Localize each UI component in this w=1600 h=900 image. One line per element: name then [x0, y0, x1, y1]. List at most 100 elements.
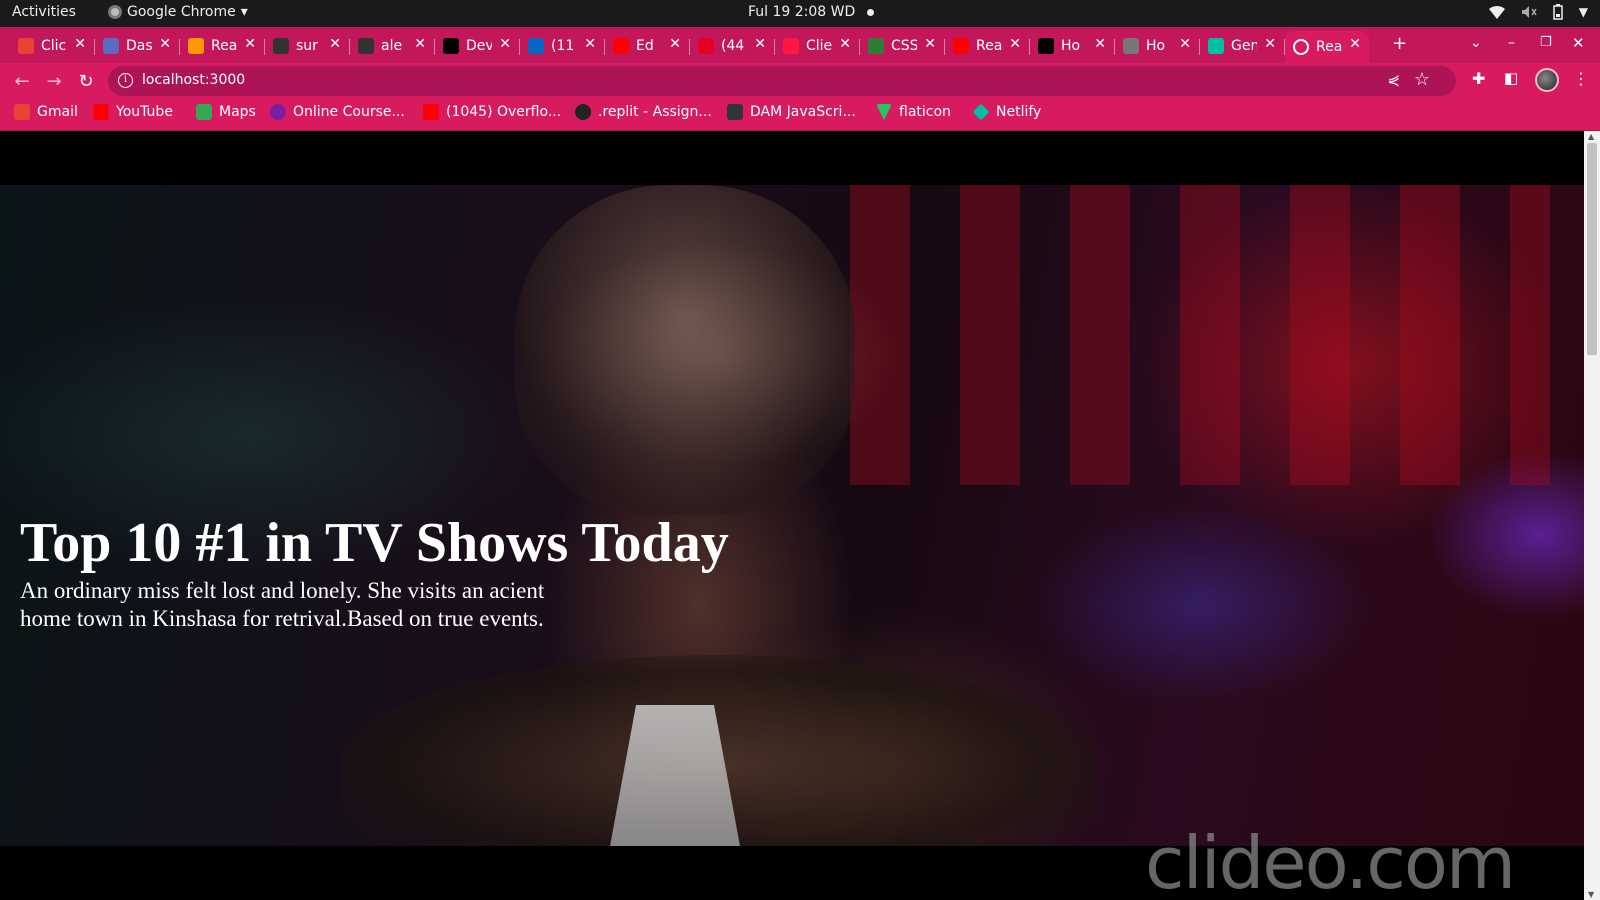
pinterest-icon [698, 38, 714, 54]
youtube-icon [953, 38, 969, 54]
tab-13[interactable]: Ho ✕ [1115, 31, 1200, 61]
bookmark-label: Online Course... [293, 104, 405, 120]
bookmark-gmail[interactable]: Gmail [14, 104, 78, 120]
tab-7[interactable]: Ed ✕ [605, 31, 690, 61]
youtube-icon [93, 104, 109, 120]
extensions-icon[interactable]: ✚ [1472, 69, 1485, 88]
circle-icon [783, 38, 799, 54]
close-tab-icon[interactable]: ✕ [1264, 36, 1276, 52]
bookmark-netlify[interactable]: Netlify [972, 103, 1042, 121]
page-scrollbar[interactable]: ▲ ▼ [1584, 131, 1600, 900]
tab-6[interactable]: (11 ✕ [520, 31, 605, 61]
close-tab-icon[interactable]: ✕ [924, 36, 936, 52]
notification-dot-icon [867, 8, 875, 16]
tab-title: CSS [891, 38, 917, 54]
close-tab-icon[interactable]: ✕ [244, 36, 256, 52]
close-tab-icon[interactable]: ✕ [159, 36, 171, 52]
volume-icon [1521, 6, 1537, 18]
side-panel-icon[interactable]: ◧ [1504, 69, 1518, 87]
clock[interactable]: Ful 19 2:08 WD [748, 4, 875, 20]
address-bar[interactable]: i localhost:3000 ⋞ ☆ [108, 66, 1456, 96]
bookmark-label: YouTube [116, 104, 173, 120]
wifi-icon [1488, 6, 1505, 19]
tab-title: Clic [41, 38, 67, 54]
menu-kebab-icon[interactable]: ⋮ [1573, 69, 1589, 88]
back-button[interactable]: ← [10, 69, 34, 93]
activities-button[interactable]: Activities [12, 4, 76, 20]
tab-15[interactable]: Rea ✕ [1285, 31, 1369, 63]
github-icon [273, 38, 289, 54]
triangle-icon [443, 38, 459, 54]
close-window-button[interactable]: ✕ [1572, 34, 1585, 52]
notion-icon [1038, 38, 1054, 54]
share-icon[interactable]: ⋞ [1387, 71, 1400, 89]
globe-icon [1293, 39, 1309, 55]
forward-button[interactable]: → [42, 69, 66, 93]
close-tab-icon[interactable]: ✕ [1094, 36, 1106, 52]
netlify-icon [972, 103, 990, 121]
reload-button[interactable]: ↻ [74, 69, 98, 93]
hero-description: An ordinary miss felt lost and lonely. S… [20, 578, 545, 631]
tab-title: ale [381, 38, 403, 54]
url-text[interactable]: localhost:3000 [142, 72, 245, 88]
profile-avatar[interactable] [1535, 68, 1559, 92]
bookmark-label: (1045) Overflo... [446, 104, 562, 120]
tab-title: Rea [211, 38, 237, 54]
tab-11[interactable]: Rea ✕ [945, 31, 1030, 61]
watermark: clideo.com [1145, 821, 1516, 900]
tab-10[interactable]: CSS ✕ [860, 31, 945, 61]
bookmark-youtube[interactable]: YouTube [93, 104, 173, 120]
clock-text: Ful 19 2:08 WD [748, 4, 856, 20]
close-tab-icon[interactable]: ✕ [74, 36, 86, 52]
tab-search-button[interactable]: ⌄ [1470, 35, 1482, 51]
close-tab-icon[interactable]: ✕ [584, 36, 596, 52]
close-tab-icon[interactable]: ✕ [1349, 36, 1361, 52]
tab-4[interactable]: ale ✕ [350, 31, 435, 61]
tab-2[interactable]: Rea ✕ [180, 31, 265, 61]
close-tab-icon[interactable]: ✕ [499, 36, 511, 52]
gmail-icon [14, 104, 30, 120]
minimize-button[interactable]: – [1508, 35, 1515, 51]
tab-9[interactable]: Clie ✕ [775, 31, 860, 61]
bookmark-label: flaticon [899, 104, 951, 120]
restore-button[interactable]: ❐ [1540, 35, 1552, 50]
tab-title: Ho [1146, 38, 1166, 54]
bookmark-maps[interactable]: Maps [196, 104, 256, 120]
app-menu[interactable]: Google Chrome ▾ [108, 4, 248, 20]
scroll-up-icon[interactable]: ▲ [1588, 132, 1594, 141]
tab-title: Dev [466, 38, 492, 54]
close-tab-icon[interactable]: ✕ [1179, 36, 1191, 52]
tab-0[interactable]: Clic ✕ [10, 31, 95, 61]
scroll-down-icon[interactable]: ▼ [1588, 890, 1594, 899]
info-icon[interactable]: i [118, 73, 133, 88]
close-tab-icon[interactable]: ✕ [754, 36, 766, 52]
close-tab-icon[interactable]: ✕ [329, 36, 341, 52]
tab-5[interactable]: Dev ✕ [435, 31, 520, 61]
tab-12[interactable]: Ho ✕ [1030, 31, 1115, 61]
bookmark-replit-assign[interactable]: .replit - Assign... [575, 104, 712, 120]
bookmark-star-icon[interactable]: ☆ [1414, 69, 1430, 90]
tab-8[interactable]: (44 ✕ [690, 31, 775, 61]
system-tray[interactable]: ▼ [1488, 4, 1588, 20]
tab-14[interactable]: Gen ✕ [1200, 31, 1285, 61]
new-tab-button[interactable]: + [1392, 33, 1407, 54]
background-stripes [850, 185, 1550, 485]
tab-title: Gen [1231, 38, 1257, 54]
tab-3[interactable]: sur ✕ [265, 31, 350, 61]
close-tab-icon[interactable]: ✕ [1009, 36, 1021, 52]
tab-title: sur [296, 38, 318, 54]
bookmark-online-course[interactable]: Online Course... [270, 104, 405, 120]
bookmark-label: Netlify [996, 104, 1042, 120]
tab-1[interactable]: Das ✕ [95, 31, 180, 61]
bookmark-dam-javascri[interactable]: DAM JavaScri... [727, 104, 856, 120]
close-tab-icon[interactable]: ✕ [414, 36, 426, 52]
bookmark-1045-overflo[interactable]: (1045) Overflo... [423, 104, 561, 120]
replit-icon [575, 104, 591, 120]
scrollbar-thumb[interactable] [1587, 143, 1597, 355]
close-tab-icon[interactable]: ✕ [839, 36, 851, 52]
close-tab-icon[interactable]: ✕ [669, 36, 681, 52]
linkedin-icon [528, 38, 544, 54]
tab-title: Ed [636, 38, 654, 54]
youtube-icon [423, 104, 439, 120]
bookmark-flaticon[interactable]: flaticon [876, 104, 951, 120]
